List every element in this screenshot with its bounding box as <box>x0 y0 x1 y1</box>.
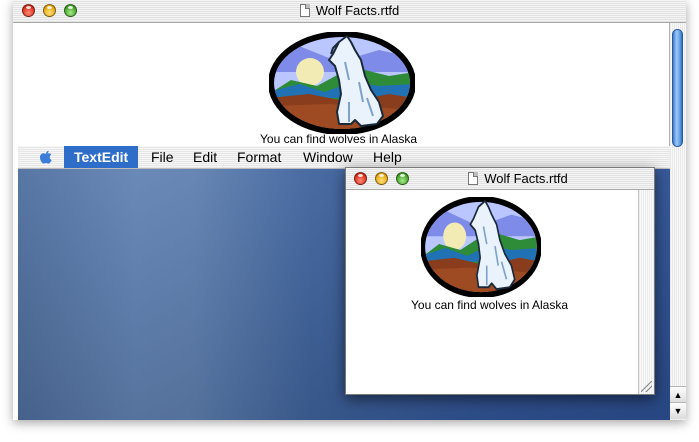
window-titlebar[interactable]: Wolf Facts.rtfd <box>13 0 686 23</box>
thumbnail-window[interactable]: Wolf Facts.rtfd You can find wolves in A… <box>345 167 655 395</box>
wolf-image <box>269 32 415 134</box>
menu-window[interactable]: Window <box>303 146 353 168</box>
scroll-thumb[interactable] <box>672 29 683 147</box>
thumbnail-window-titlebar[interactable]: Wolf Facts.rtfd <box>346 168 654 190</box>
image-caption: You can find wolves in Alaska <box>260 132 417 146</box>
menu-bar: TextEdit File Edit Format Window Help <box>18 146 670 169</box>
menu-edit[interactable]: Edit <box>193 146 217 168</box>
menu-format[interactable]: Format <box>237 146 281 168</box>
vertical-scrollbar[interactable]: ▲ ▼ <box>669 23 686 420</box>
resize-grip-icon[interactable] <box>641 381 652 392</box>
menu-textedit[interactable]: TextEdit <box>64 146 139 168</box>
thumbnail-image-caption: You can find wolves in Alaska <box>411 298 568 312</box>
thumbnail-wolf-image <box>421 197 541 297</box>
apple-logo-icon[interactable] <box>39 150 53 164</box>
window-title: Wolf Facts.rtfd <box>315 3 400 18</box>
scroll-up-arrow[interactable]: ▲ <box>670 386 686 403</box>
menu-file[interactable]: File <box>151 146 174 168</box>
menu-help[interactable]: Help <box>373 146 402 168</box>
document-icon <box>299 4 310 17</box>
thumbnail-window-title: Wolf Facts.rtfd <box>484 171 568 186</box>
scroll-down-arrow[interactable]: ▼ <box>670 402 686 419</box>
thumbnail-document-icon <box>468 172 479 185</box>
thumbnail-scrollbar[interactable] <box>638 190 654 394</box>
